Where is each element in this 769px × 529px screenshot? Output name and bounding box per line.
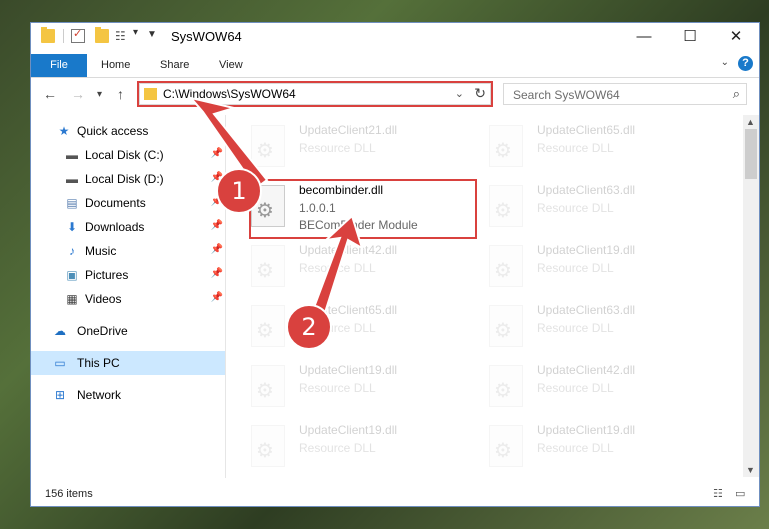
step-2-badge: 2 [286, 304, 332, 350]
annotation-arrows [188, 96, 364, 324]
step-1-badge: 1 [216, 168, 262, 214]
